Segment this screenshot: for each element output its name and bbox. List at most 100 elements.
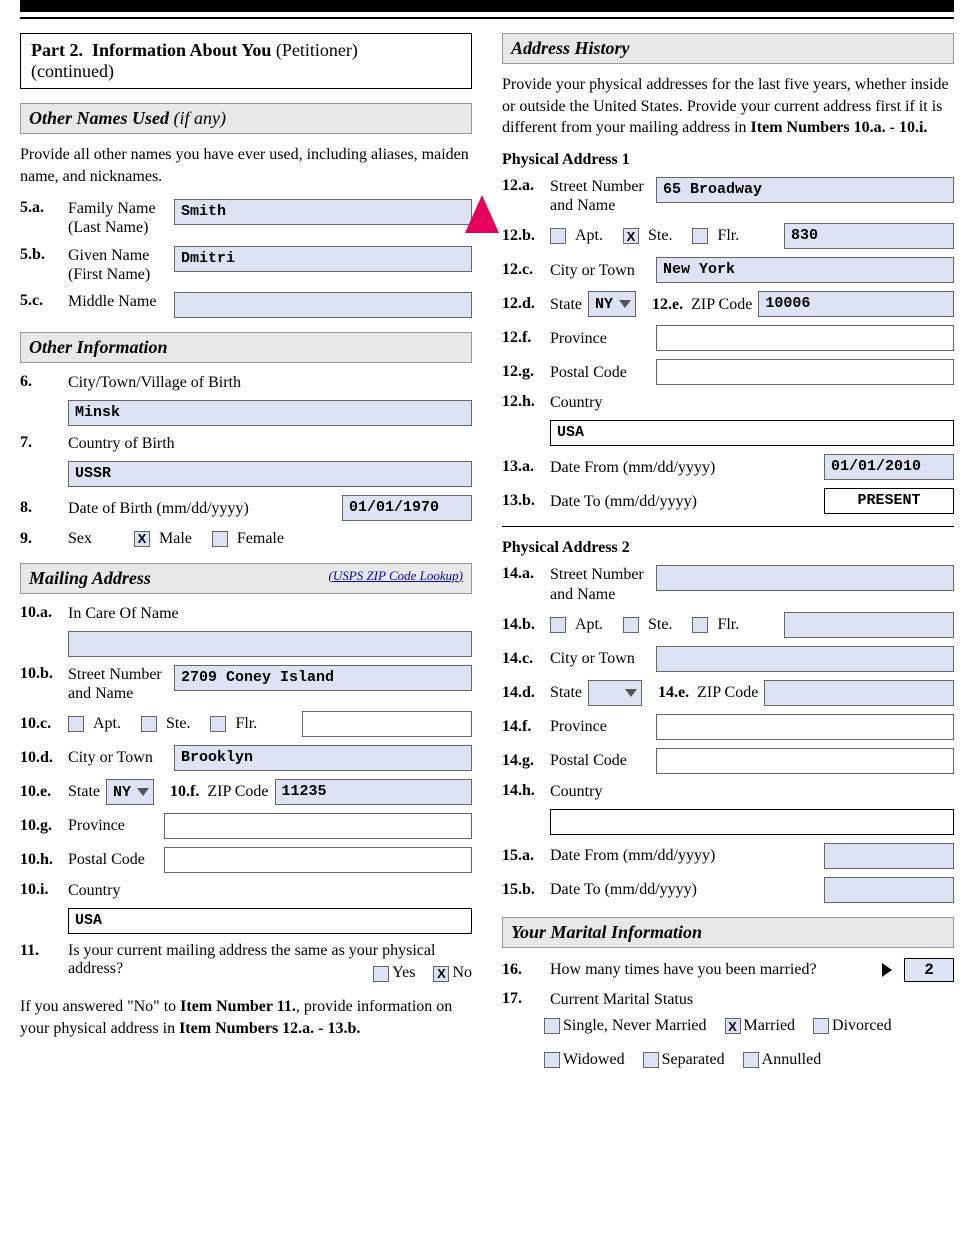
field-num: 8. [20, 499, 62, 517]
pa2-apt-checkbox[interactable] [550, 617, 566, 633]
marital-status-label: Current Marital Status [550, 990, 693, 1009]
marital-opt-checkbox[interactable] [813, 1018, 829, 1034]
field-num: 5.c. [20, 292, 62, 310]
street-label: Street Numberand Name [68, 665, 168, 703]
section-marital-info: Your Marital Information [502, 917, 954, 948]
pa2-state-dropdown[interactable] [588, 680, 642, 706]
address-history-instr: Provide your physical addresses for the … [502, 74, 954, 139]
pa2-ste-checkbox[interactable] [623, 617, 639, 633]
family-name-input[interactable]: Smith [174, 199, 472, 225]
pa2-province-input[interactable] [656, 714, 954, 740]
birth-city-input[interactable]: Minsk [68, 400, 472, 426]
field-num: 10.h. [20, 851, 62, 869]
state-dropdown[interactable]: NY [106, 779, 154, 805]
married-count-input[interactable]: 2 [904, 958, 954, 982]
usps-lookup-link[interactable]: (USPS ZIP Code Lookup) [329, 568, 463, 584]
pa2-street-input[interactable] [656, 565, 954, 591]
field-num: 14.e. [658, 684, 689, 701]
field-num: 14.h. [502, 782, 544, 800]
street-label: Street Numberand Name [550, 177, 650, 215]
pa2-date-to-input[interactable] [824, 877, 954, 903]
middle-name-label: Middle Name [68, 292, 168, 311]
marital-opt-checkbox[interactable] [544, 1052, 560, 1068]
ste-checkbox[interactable] [141, 716, 157, 732]
field-num: 13.a. [502, 458, 544, 476]
field-num: 10.d. [20, 749, 62, 767]
postal-input[interactable] [164, 847, 472, 873]
field-num: 10.e. [20, 783, 62, 801]
marital-opt-checkbox[interactable]: X [725, 1018, 741, 1034]
ste-label: Ste. [166, 715, 190, 733]
field-num: 14.b. [502, 616, 544, 634]
country-input[interactable]: USA [68, 908, 472, 934]
apt-label: Apt. [93, 715, 121, 733]
marital-opt-checkbox[interactable] [544, 1018, 560, 1034]
city-label: City or Town [68, 748, 168, 767]
care-of-label: In Care Of Name [68, 604, 179, 623]
field-num: 7. [20, 434, 62, 452]
pa1-date-to-input[interactable]: PRESENT [824, 488, 954, 514]
postal-label: Postal Code [68, 850, 158, 869]
field-num: 10.i. [20, 881, 62, 899]
pa1-ste-checkbox[interactable]: X [623, 228, 639, 244]
care-of-input[interactable] [68, 631, 472, 657]
field-num: 11. [20, 942, 62, 960]
pa2-postal-input[interactable] [656, 748, 954, 774]
pa2-date-from-input[interactable] [824, 843, 954, 869]
pa1-state-dropdown[interactable]: NY [588, 291, 636, 317]
middle-name-input[interactable] [174, 292, 472, 318]
pa1-unit-input[interactable]: 830 [784, 223, 954, 249]
province-input[interactable] [164, 813, 472, 839]
birth-country-input[interactable]: USSR [68, 461, 472, 487]
pa2-city-input[interactable] [656, 646, 954, 672]
pa2-country-input[interactable] [550, 809, 954, 835]
field-num: 10.c. [20, 715, 62, 733]
field-num: 9. [20, 530, 62, 548]
apt-checkbox[interactable] [68, 716, 84, 732]
pa1-street-input[interactable]: 65 Broadway [656, 177, 954, 203]
pa1-country-input[interactable]: USA [550, 420, 954, 446]
pa1-postal-input[interactable] [656, 359, 954, 385]
phys-addr-2-title: Physical Address 2 [502, 539, 954, 557]
marital-opt-checkbox[interactable] [743, 1052, 759, 1068]
chevron-down-icon [619, 300, 631, 308]
pa1-zip-input[interactable]: 10006 [758, 291, 954, 317]
country-label: Country [68, 881, 120, 900]
given-name-input[interactable]: Dmitri [174, 246, 472, 272]
pa1-province-input[interactable] [656, 325, 954, 351]
pa1-apt-checkbox[interactable] [550, 228, 566, 244]
top-black-bar [20, 0, 954, 12]
field-num: 10.g. [20, 817, 62, 835]
q11-yes-checkbox[interactable] [373, 966, 389, 982]
male-checkbox[interactable]: X [134, 531, 150, 547]
province-label: Province [68, 816, 158, 835]
section-address-history: Address History [502, 33, 954, 64]
field-num: 15.a. [502, 847, 544, 865]
field-num: 6. [20, 373, 62, 391]
dob-input[interactable]: 01/01/1970 [342, 495, 472, 521]
pa1-flr-checkbox[interactable] [692, 228, 708, 244]
marital-opt-label: Single, Never Married [563, 1017, 707, 1035]
unit-input[interactable] [302, 711, 472, 737]
pa1-city-input[interactable]: New York [656, 257, 954, 283]
pa2-unit-input[interactable] [784, 612, 954, 638]
field-num: 5.b. [20, 246, 62, 264]
city-input[interactable]: Brooklyn [174, 745, 472, 771]
family-name-label: Family Name(Last Name) [68, 199, 168, 237]
marital-opt-label: Annulled [762, 1051, 822, 1069]
flr-checkbox[interactable] [210, 716, 226, 732]
field-num: 14.d. [502, 684, 544, 702]
marital-opt-checkbox[interactable] [643, 1052, 659, 1068]
pa2-zip-input[interactable] [764, 680, 954, 706]
zip-input[interactable]: 11235 [275, 779, 472, 805]
field-num: 14.c. [502, 650, 544, 668]
part-header: Part 2. Information About You (Petitione… [20, 33, 472, 89]
street-input[interactable]: 2709 Coney Island [174, 665, 472, 691]
field-num: 10.a. [20, 604, 62, 622]
pa1-date-from-input[interactable]: 01/01/2010 [824, 454, 954, 480]
q11-no-checkbox[interactable]: X [433, 966, 449, 982]
female-checkbox[interactable] [212, 531, 228, 547]
field-num: 14.g. [502, 752, 544, 770]
field-num: 10.b. [20, 665, 62, 683]
pa2-flr-checkbox[interactable] [692, 617, 708, 633]
